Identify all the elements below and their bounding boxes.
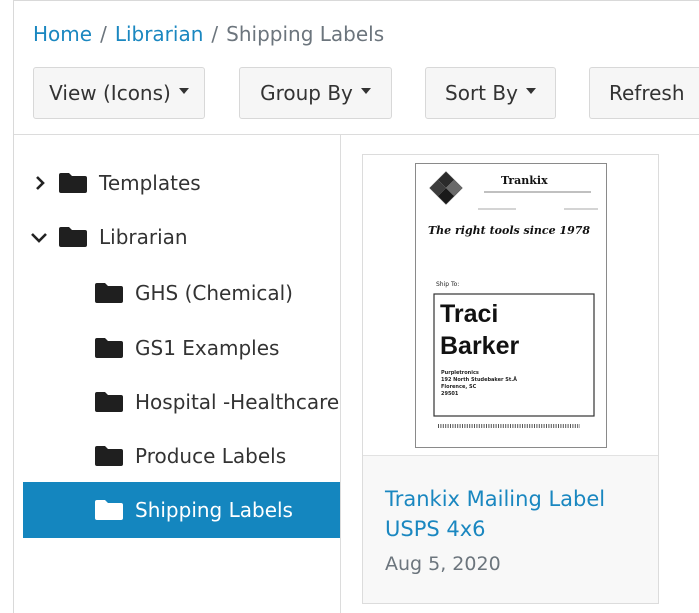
tree-item-hospital-healthcare[interactable]: Hospital -Healthcare	[95, 381, 339, 423]
refresh-button-label: Refresh	[609, 81, 685, 105]
caret-down-icon	[178, 88, 189, 94]
label-address-line: 192 North Studebaker St.Å	[441, 377, 517, 383]
card-title-link[interactable]: Trankix Mailing Label USPS 4x6	[385, 484, 645, 544]
tree-item-ghs-chemical[interactable]: GHS (Chemical)	[95, 272, 293, 314]
toolbar-divider	[14, 134, 699, 135]
label-address: Purpletronics 192 North Studebaker St.Å …	[441, 370, 517, 398]
label-thumbnail[interactable]: Trankix The right tools since 1978 Ship …	[363, 155, 658, 456]
tree-item-shipping-labels[interactable]: Shipping Labels	[23, 482, 340, 538]
label-card[interactable]: Trankix The right tools since 1978 Ship …	[362, 154, 659, 604]
caret-down-icon	[525, 88, 536, 94]
label-address-line: Florence, SC	[441, 384, 477, 390]
tree-item-librarian[interactable]: Librarian	[31, 216, 188, 258]
label-address-line: 29501	[441, 391, 459, 397]
folder-icon	[59, 227, 87, 247]
tree-item-label: Produce Labels	[135, 444, 287, 468]
caret-down-icon	[360, 88, 371, 94]
tree-item-gs1-examples[interactable]: GS1 Examples	[95, 327, 279, 369]
view-dropdown-button[interactable]: View (Icons)	[33, 67, 205, 119]
label-recipient-last-name: Barker	[440, 332, 520, 360]
label-recipient-first-name: Traci	[440, 300, 499, 328]
label-ship-to: Ship To:	[436, 281, 460, 288]
card-date: Aug 5, 2020	[385, 553, 501, 575]
breadcrumb-librarian-link[interactable]: Librarian	[115, 22, 204, 46]
tree-item-templates[interactable]: Templates	[33, 162, 201, 204]
folder-icon	[59, 173, 87, 193]
folder-icon	[95, 283, 123, 303]
tree-item-label: Hospital -Healthcare	[135, 390, 340, 414]
breadcrumb-home-link[interactable]: Home	[33, 22, 92, 46]
panel-divider	[340, 135, 341, 613]
refresh-button[interactable]: Refresh	[589, 67, 699, 119]
breadcrumb-current: Shipping Labels	[226, 22, 385, 46]
label-tagline: The right tools since 1978	[428, 224, 591, 237]
label-company-name: Trankix	[501, 174, 548, 187]
tree-item-produce-labels[interactable]: Produce Labels	[95, 435, 286, 477]
tree-item-label: Librarian	[99, 225, 188, 249]
chevron-down-icon[interactable]	[31, 230, 47, 244]
label-address-line: Purpletronics	[441, 370, 479, 376]
tree-item-label: GHS (Chemical)	[135, 281, 293, 305]
group-by-button-label: Group By	[260, 81, 353, 105]
label-preview: Trankix The right tools since 1978 Ship …	[415, 163, 607, 448]
folder-icon	[95, 446, 123, 466]
tree-item-label: GS1 Examples	[135, 336, 280, 360]
sort-by-button-label: Sort By	[445, 81, 518, 105]
tree-item-label: Shipping Labels	[135, 498, 293, 522]
breadcrumb-separator: /	[100, 22, 107, 46]
folder-icon	[95, 392, 123, 412]
view-button-label: View (Icons)	[49, 81, 171, 105]
group-by-dropdown-button[interactable]: Group By	[239, 67, 392, 119]
tree-item-label: Templates	[99, 171, 201, 195]
breadcrumb-separator: /	[211, 22, 219, 46]
breadcrumb: Home / Librarian / Shipping Labels	[33, 20, 384, 48]
chevron-right-icon[interactable]	[33, 176, 47, 190]
folder-icon	[95, 500, 123, 520]
sort-by-dropdown-button[interactable]: Sort By	[425, 67, 556, 119]
folder-icon	[95, 338, 123, 358]
